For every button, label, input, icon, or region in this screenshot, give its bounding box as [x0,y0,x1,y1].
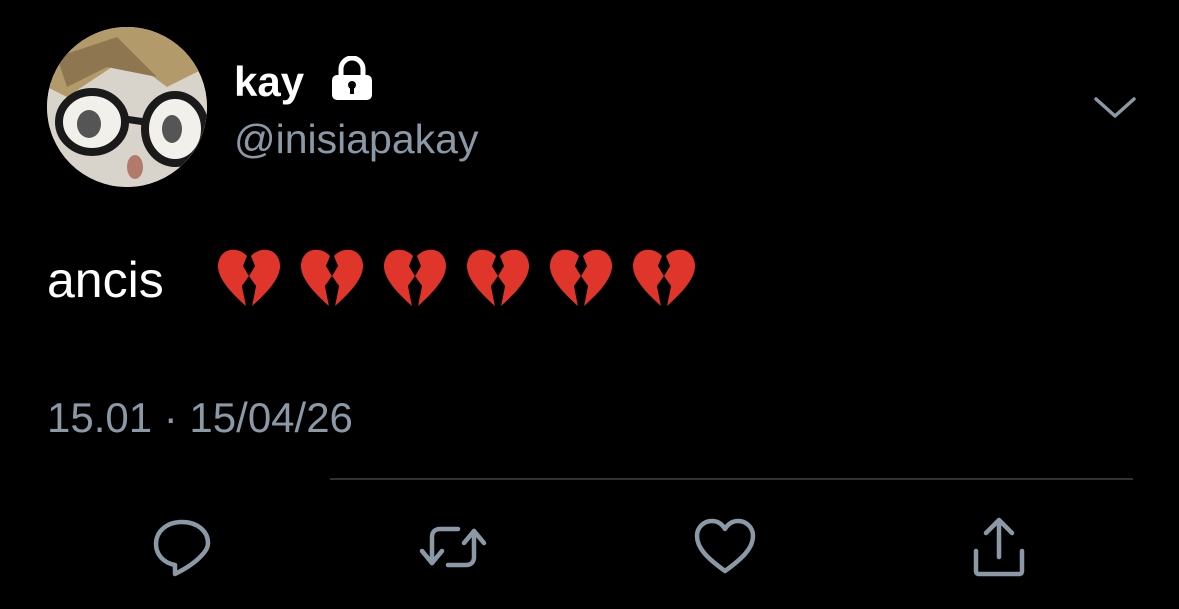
avatar-image [47,27,207,187]
emoji-row [216,246,697,312]
broken-heart-emoji [383,249,447,306]
broken-heart-emoji [466,249,530,306]
like-button[interactable] [690,512,760,582]
divider [330,478,1133,480]
heart-outline-icon [694,518,756,574]
lock-icon [332,56,372,100]
display-name[interactable]: kay [234,54,304,110]
broken-heart-emoji [217,249,281,306]
speech-bubble-icon [153,519,211,577]
broken-heart-emoji [300,249,364,306]
user-handle[interactable]: @inisiapakay [234,112,478,166]
tweet-timestamp[interactable]: 15.01 · 15/04/26 [47,390,353,446]
chevron-down-icon[interactable] [1094,96,1136,120]
retweet-icon [419,526,487,568]
retweet-button[interactable] [418,512,488,582]
broken-heart-emoji [549,249,613,306]
share-button[interactable] [964,512,1034,582]
share-icon [973,517,1025,577]
reply-button[interactable] [147,512,217,582]
avatar[interactable] [47,27,207,187]
broken-heart-emoji [632,249,696,306]
tweet-text: ancis [47,252,164,308]
